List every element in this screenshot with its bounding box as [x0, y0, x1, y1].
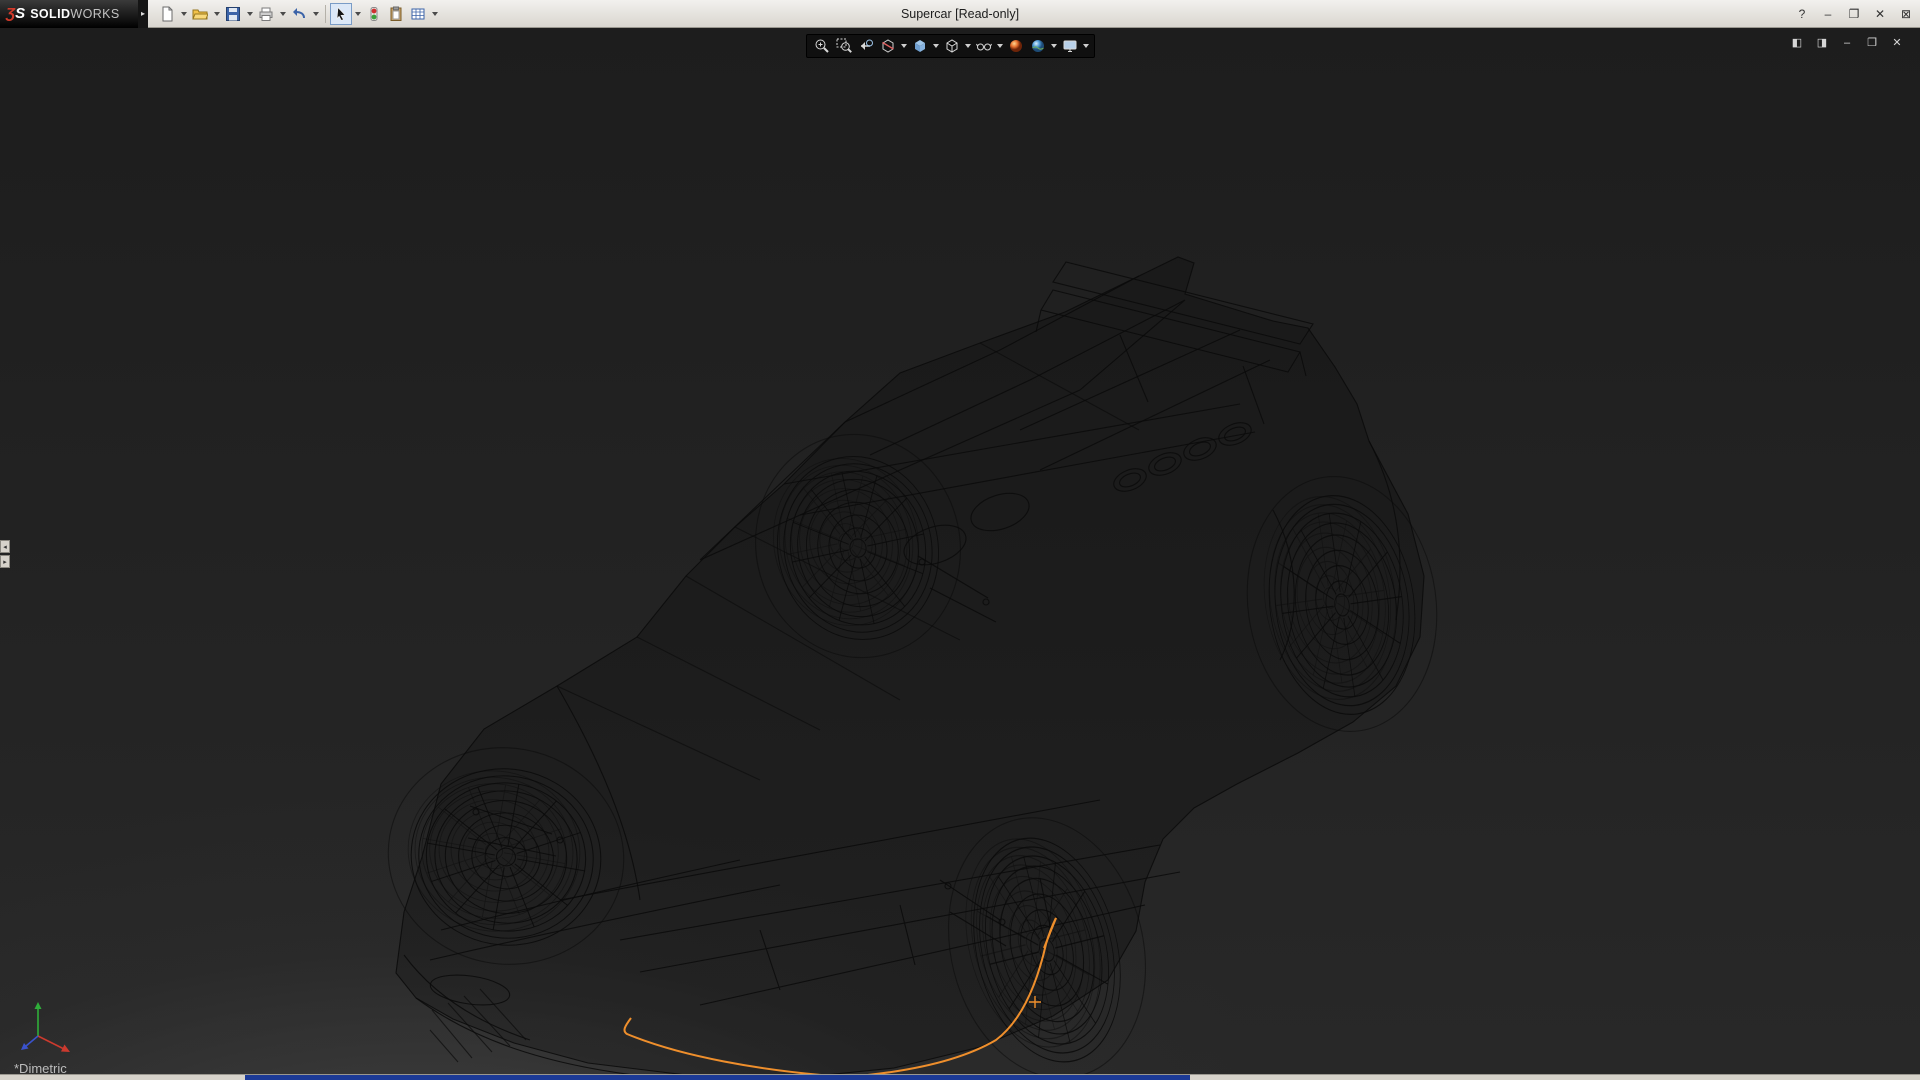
triad-x-axis [38, 1036, 64, 1049]
minimize-button[interactable]: – [1818, 4, 1838, 24]
undo-icon [291, 6, 307, 22]
chevron-down-icon [1083, 44, 1089, 48]
rebuild-icon [366, 6, 382, 22]
view-orientation-cube-icon [912, 38, 928, 54]
chevron-down-icon [965, 44, 971, 48]
print-dropdown[interactable] [277, 3, 288, 25]
new-document-icon [159, 6, 175, 22]
select-dropdown[interactable] [352, 3, 363, 25]
solidworks-logo: ƷS SOLIDWORKS [0, 0, 138, 28]
status-bar [0, 1074, 1920, 1080]
section-view-dropdown[interactable] [899, 36, 908, 56]
toolbar-expander[interactable]: ▸ [138, 0, 148, 28]
copy-paste-button[interactable] [385, 3, 407, 25]
eyeglasses-icon [976, 38, 992, 54]
open-folder-icon [192, 6, 208, 22]
close-document-button[interactable]: ⊠ [1896, 4, 1916, 24]
new-document-dropdown[interactable] [178, 3, 189, 25]
toolbar-separator [325, 5, 326, 23]
chevron-down-icon [181, 12, 187, 16]
view-settings-dropdown[interactable] [1081, 36, 1090, 56]
display-style-button[interactable] [941, 36, 962, 56]
scene-sphere-icon [1030, 38, 1046, 54]
zoom-to-area-icon [836, 38, 852, 54]
view-orientation-button[interactable] [909, 36, 930, 56]
chevron-down-icon [355, 12, 361, 16]
view-orientation-dropdown[interactable] [931, 36, 940, 56]
heads-up-toolbar [806, 34, 1095, 58]
chevron-down-icon [247, 12, 253, 16]
panel-flyout: ◂ ▸ [0, 540, 10, 568]
undo-button[interactable] [288, 3, 310, 25]
display-style-icon [944, 38, 960, 54]
flyout-right-arrow[interactable]: ▸ [0, 555, 10, 568]
restore-document-button[interactable]: ❐ [1863, 36, 1881, 51]
section-view-icon [880, 38, 896, 54]
save-button[interactable] [222, 3, 244, 25]
status-progress-segment [245, 1075, 1190, 1080]
orientation-triad [16, 996, 88, 1060]
undo-dropdown[interactable] [310, 3, 321, 25]
apply-scene-dropdown[interactable] [1049, 36, 1058, 56]
display-style-dropdown[interactable] [963, 36, 972, 56]
graphics-area[interactable]: ◧ ◨ – ❐ ✕ ◂ ▸ *Dimetric [0, 28, 1920, 1074]
document-window-controls: ◧ ◨ – ❐ ✕ [1788, 36, 1906, 51]
select-cursor-icon [333, 6, 349, 22]
zoom-to-fit-button[interactable] [811, 36, 832, 56]
close-button[interactable]: ✕ [1870, 4, 1890, 24]
appearance-sphere-icon [1008, 38, 1024, 54]
menu-bar: ƷS SOLIDWORKS ▸ [0, 0, 1920, 28]
help-button[interactable]: ? [1792, 4, 1812, 24]
chevron-down-icon [432, 12, 438, 16]
previous-view-icon [858, 38, 874, 54]
solidworks-logo-mark: ƷS [6, 5, 25, 22]
chevron-down-icon [901, 44, 907, 48]
chevron-down-icon [997, 44, 1003, 48]
hide-show-items-button[interactable] [973, 36, 994, 56]
chevron-down-icon [214, 12, 220, 16]
zoom-to-area-button[interactable] [833, 36, 854, 56]
save-icon [225, 6, 241, 22]
print-button[interactable] [255, 3, 277, 25]
show-left-pane-button[interactable]: ◧ [1788, 36, 1806, 51]
car-wireframe [0, 28, 1920, 1074]
options-grid-icon [410, 6, 426, 22]
chevron-down-icon [1051, 44, 1057, 48]
rebuild-button[interactable] [363, 3, 385, 25]
open-document-dropdown[interactable] [211, 3, 222, 25]
view-settings-button[interactable] [1059, 36, 1080, 56]
minimize-document-button[interactable]: – [1838, 36, 1856, 51]
options-button[interactable] [407, 3, 429, 25]
hide-show-items-dropdown[interactable] [995, 36, 1004, 56]
edit-appearance-button[interactable] [1005, 36, 1026, 56]
chevron-down-icon [313, 12, 319, 16]
open-document-button[interactable] [189, 3, 211, 25]
standard-toolbar [156, 3, 440, 25]
restore-button[interactable]: ❐ [1844, 4, 1864, 24]
show-right-pane-button[interactable]: ◨ [1813, 36, 1831, 51]
close-document-button[interactable]: ✕ [1888, 36, 1906, 51]
chevron-down-icon [933, 44, 939, 48]
view-settings-icon [1062, 38, 1078, 54]
options-dropdown[interactable] [429, 3, 440, 25]
section-view-button[interactable] [877, 36, 898, 56]
flyout-left-arrow[interactable]: ◂ [0, 540, 10, 553]
select-button[interactable] [330, 3, 352, 25]
apply-scene-button[interactable] [1027, 36, 1048, 56]
solidworks-logo-text: SOLIDWORKS [30, 7, 119, 21]
view-orientation-label: *Dimetric [14, 1061, 67, 1074]
print-icon [258, 6, 274, 22]
clipboard-icon [388, 6, 404, 22]
save-dropdown[interactable] [244, 3, 255, 25]
previous-view-button[interactable] [855, 36, 876, 56]
zoom-to-fit-icon [814, 38, 830, 54]
new-document-button[interactable] [156, 3, 178, 25]
chevron-down-icon [280, 12, 286, 16]
triad-z-axis [26, 1036, 38, 1046]
window-controls: ? – ❐ ✕ ⊠ [1792, 0, 1916, 28]
